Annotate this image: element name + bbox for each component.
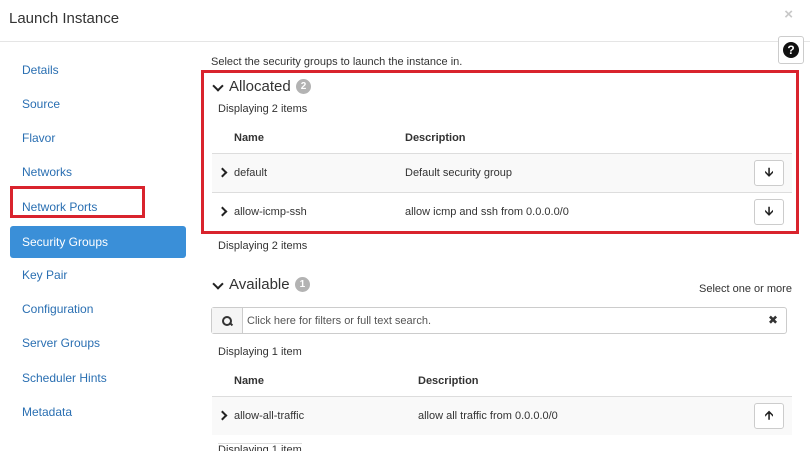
chevron-right-icon[interactable] (219, 208, 227, 216)
clear-search-icon[interactable]: ✖ (768, 313, 778, 327)
nav-item-scheduler-hints[interactable]: Scheduler Hints (10, 362, 186, 394)
search-icon (212, 308, 243, 333)
nav-item-security-groups[interactable]: Security Groups (10, 226, 186, 258)
allocated-col-name[interactable]: Name (234, 132, 264, 144)
available-hint: Select one or more (699, 283, 792, 295)
table-row: allow-all-traffic allow all traffic from… (212, 396, 792, 435)
deallocate-button[interactable]: 🡫 (754, 160, 784, 186)
available-displaying-top: Displaying 1 item (218, 346, 302, 358)
table-row: default Default security group 🡫 (212, 153, 792, 192)
row-name: allow-all-traffic (234, 410, 305, 422)
chevron-right-icon[interactable] (219, 169, 227, 177)
nav-item-networks[interactable]: Networks (10, 156, 186, 188)
search-input[interactable] (247, 312, 757, 329)
row-name: default (234, 167, 268, 179)
chevron-down-icon (213, 82, 223, 92)
available-col-name[interactable]: Name (234, 375, 264, 387)
help-icon: ? (783, 42, 799, 58)
available-col-description[interactable]: Description (418, 375, 479, 387)
nav-item-source[interactable]: Source (10, 88, 186, 120)
nav-item-flavor[interactable]: Flavor (10, 122, 186, 154)
row-name: allow-icmp-ssh (234, 206, 307, 218)
nav-item-details[interactable]: Details (10, 54, 186, 86)
allocate-button[interactable]: 🡩 (754, 403, 784, 429)
nav-item-key-pair[interactable]: Key Pair (10, 259, 186, 291)
available-displaying-bottom: Displaying 1 item (218, 443, 302, 451)
row-description: Default security group (405, 167, 512, 179)
row-description: allow all traffic from 0.0.0.0/0 (418, 410, 558, 422)
search-bar[interactable]: ✖ (211, 307, 787, 334)
nav-item-network-ports[interactable]: Network Ports (10, 191, 186, 223)
nav-item-metadata[interactable]: Metadata (10, 396, 186, 428)
nav-item-server-groups[interactable]: Server Groups (10, 327, 186, 359)
help-button[interactable]: ? (778, 36, 804, 64)
modal-title: Launch Instance (9, 10, 120, 27)
allocated-title: Allocated (229, 78, 291, 95)
chevron-down-icon (213, 280, 223, 290)
row-description: allow icmp and ssh from 0.0.0.0/0 (405, 206, 569, 218)
wizard-nav: Details Source Flavor Networks Network P… (0, 42, 190, 451)
table-row: allow-icmp-ssh allow icmp and ssh from 0… (212, 192, 792, 231)
nav-item-configuration[interactable]: Configuration (10, 293, 186, 325)
deallocate-button[interactable]: 🡫 (754, 199, 784, 225)
allocated-displaying-bottom: Displaying 2 items (218, 240, 308, 252)
available-count-badge: 1 (294, 277, 311, 292)
available-title: Available (229, 276, 290, 293)
allocated-col-description[interactable]: Description (405, 132, 466, 144)
allocated-count-badge: 2 (295, 79, 312, 94)
allocated-heading[interactable]: Allocated 2 (213, 78, 312, 95)
available-heading[interactable]: Available 1 (213, 276, 311, 293)
close-icon[interactable]: × (784, 6, 793, 23)
modal-header: Launch Instance × (0, 0, 810, 42)
chevron-right-icon[interactable] (219, 412, 227, 420)
intro-text: Select the security groups to launch the… (211, 56, 463, 68)
allocated-displaying-top: Displaying 2 items (218, 103, 308, 115)
